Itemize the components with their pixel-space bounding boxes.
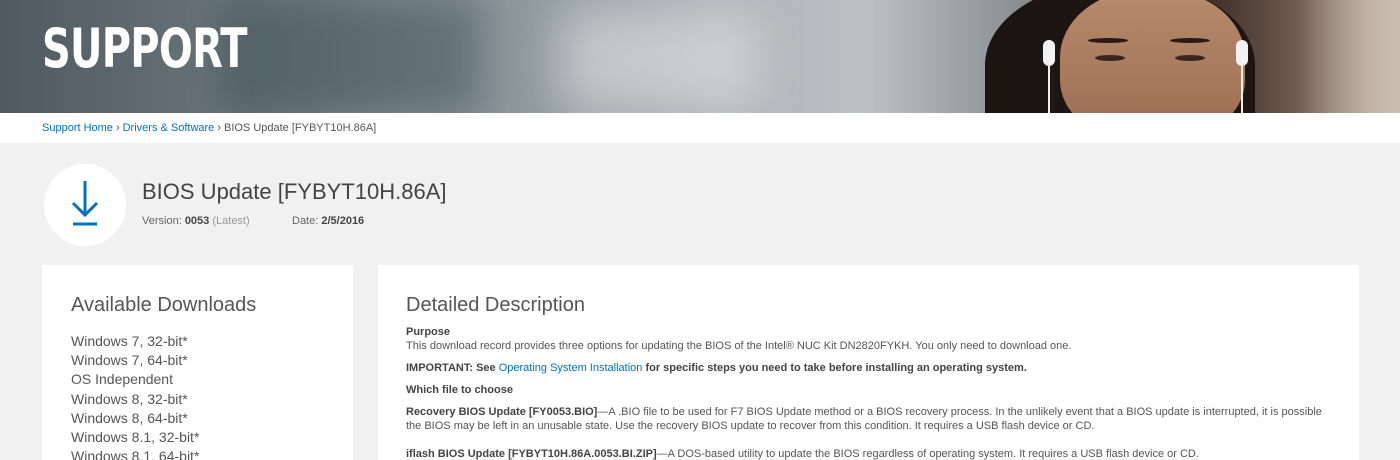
earbud-icon [1043,40,1055,66]
hero-background-shape [1300,0,1400,113]
hero-photo-detail [1048,66,1050,113]
breadcrumb-current: BIOS Update [FYBYT10H.86A] [223,122,377,134]
date-info: Date: 2/5/2016 [292,215,364,227]
breadcrumb-drivers-software[interactable]: Drivers & Software [123,122,215,134]
detailed-description-panel: Detailed Description Purpose This downlo… [378,265,1359,460]
download-item[interactable]: Windows 8, 32-bit* [71,390,199,409]
download-icon [71,181,99,226]
date-label: Date: [292,215,319,227]
available-downloads-panel: Available Downloads Windows 7, 32-bit* W… [42,265,353,460]
page-title: BIOS Update [FYBYT10H.86A] [142,179,447,204]
iflash-bios-paragraph: iflash BIOS Update [FYBYT10H.86A.0053.BI… [406,447,1331,460]
date-value: 2/5/2016 [321,215,365,227]
version-value: 0053 [184,215,210,227]
hero-photo-face [1060,0,1245,113]
downloads-list: Windows 7, 32-bit* Windows 7, 64-bit* OS… [71,332,199,460]
download-item[interactable]: Windows 7, 64-bit* [71,351,199,370]
hero-photo-detail [1088,38,1128,43]
hero-photo-detail [1175,55,1205,61]
hero-banner: SUPPORT [0,0,1400,113]
breadcrumb-support-home[interactable]: Support Home [42,122,113,134]
os-installation-link[interactable]: Operating System Installation [499,362,643,374]
which-file-heading: Which file to choose [406,384,513,396]
hero-background-shape [560,10,760,110]
download-item[interactable]: Windows 8, 64-bit* [71,409,199,428]
breadcrumb-separator: › [115,122,120,134]
description-body: Purpose This download record provides th… [406,325,1331,460]
important-suffix: for specific steps you need to take befo… [642,362,1027,374]
recovery-bios-paragraph: Recovery BIOS Update [FY0053.BIO]—A .BIO… [406,405,1331,433]
hero-photo-detail [1241,66,1243,113]
hero-photo-detail [1170,38,1210,43]
purpose-text: This download record provides three opti… [406,340,1072,352]
available-downloads-title: Available Downloads [71,294,257,316]
hero-photo-detail [1095,55,1125,61]
detailed-description-title: Detailed Description [406,294,585,316]
iflash-bios-text: —A DOS-based utility to update the BIOS … [656,448,1199,460]
hero-background-shape [220,0,480,113]
version-info: Version: 0053 (Latest) [142,215,250,227]
version-label: Version: [142,215,182,227]
version-note: (Latest) [212,215,250,227]
important-prefix: IMPORTANT: See [406,362,499,374]
breadcrumb-separator: › [217,122,221,134]
download-badge [44,164,126,246]
hero-title: SUPPORT [42,17,248,80]
important-note: IMPORTANT: See Operating System Installa… [406,361,1331,375]
download-item[interactable]: Windows 7, 32-bit* [71,332,199,351]
download-item[interactable]: Windows 8.1, 32-bit* [71,428,199,447]
download-item[interactable]: Windows 8.1, 64-bit* [71,447,199,460]
purpose-heading: Purpose [406,326,451,338]
recovery-bios-title: Recovery BIOS Update [FY0053.BIO] [406,406,598,418]
download-item[interactable]: OS Independent [71,370,199,389]
earbud-icon [1236,40,1248,66]
breadcrumb: Support Home › Drivers & Software › BIOS Upd… [42,122,376,134]
iflash-bios-title: iflash BIOS Update [FYBYT10H.86A.0053.BI… [406,448,657,460]
breadcrumb-bar: Support Home › Drivers & Software › BIOS Upd… [0,113,1400,143]
